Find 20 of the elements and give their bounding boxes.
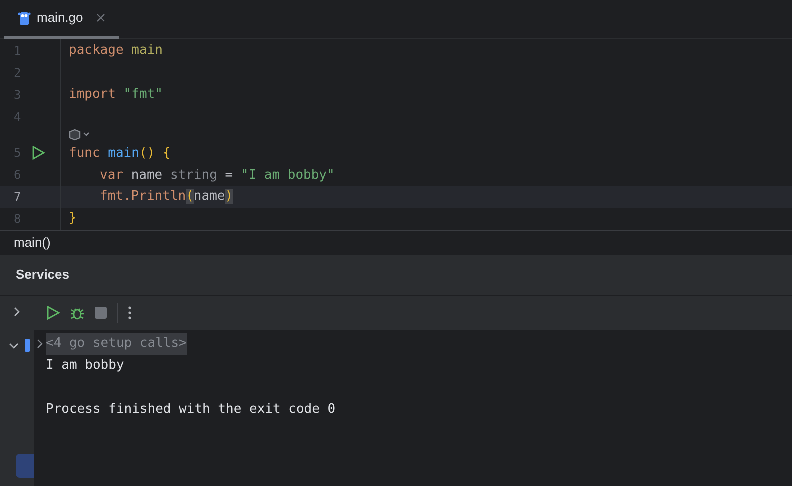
editor-tab[interactable]: main.go bbox=[4, 0, 120, 39]
console-line: Process finished with the exit code 0 bbox=[46, 401, 336, 420]
code-line: package main bbox=[69, 42, 163, 60]
console-line: I am bobby bbox=[46, 357, 124, 376]
collapse-icon[interactable] bbox=[9, 342, 19, 350]
code-line: } bbox=[69, 210, 77, 228]
expand-icon[interactable] bbox=[36, 339, 44, 349]
close-icon[interactable] bbox=[97, 14, 106, 22]
panel-title: Services bbox=[16, 266, 70, 284]
line-number: 7 bbox=[14, 189, 22, 206]
code-line: fmt.Println(name) bbox=[99, 188, 234, 206]
expand-icon[interactable] bbox=[13, 307, 21, 317]
code-line: var name string = "I am bobby" bbox=[99, 166, 335, 185]
run-icon[interactable] bbox=[46, 306, 60, 320]
run-icon[interactable] bbox=[32, 146, 45, 160]
code-line: import "fmt" bbox=[69, 86, 163, 104]
hint-icon[interactable] bbox=[69, 129, 91, 142]
breadcrumb[interactable]: main() bbox=[14, 232, 51, 252]
more-icon[interactable] bbox=[128, 306, 132, 320]
code-line: func main() { bbox=[69, 144, 171, 163]
